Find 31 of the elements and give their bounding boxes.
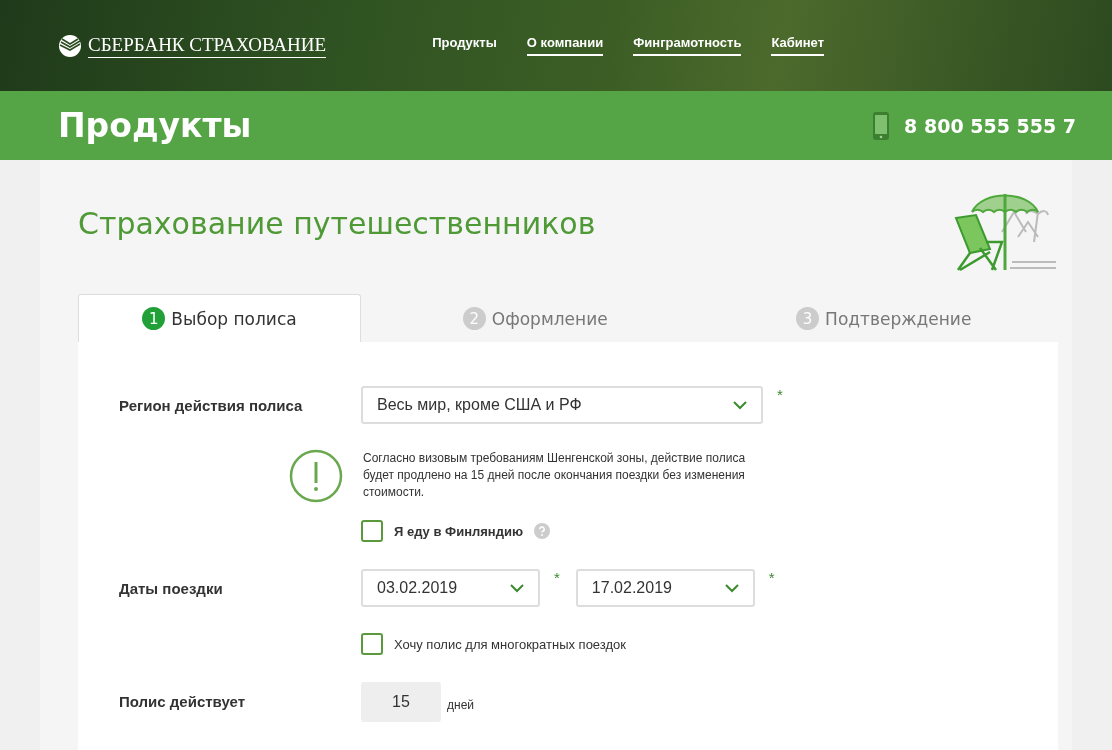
date-dropdown[interactable]: 03.02.2019 (361, 569, 540, 607)
field-label: Полис действует (119, 692, 247, 710)
required-mark: * (554, 569, 560, 586)
logo-text[interactable]: СБЕРБАНК СТРАХОВАНИЕ (88, 33, 327, 58)
date-dropdown[interactable]: 17.02.2019 (575, 569, 755, 607)
page-title: Страхование путешественников (78, 206, 596, 241)
field-label: Даты поездки (119, 579, 224, 597)
step-tab[interactable]: 1 Выбор полиса (78, 294, 361, 342)
checkbox-label[interactable]: Хочу полис для многократных поездок (394, 636, 626, 652)
nav-link[interactable]: Финграмотность (633, 35, 742, 56)
days-unit: дней (447, 698, 474, 712)
banner-title: Продукты (58, 106, 252, 145)
field-label: Регион действия полиса (119, 396, 304, 414)
visa-notice: Согласно визовым требованиям Шенгенской зоны, действие полиса будет продлено на 15 дней после окончания поездки без изменения стоимости. (363, 450, 747, 501)
required-mark: * (768, 569, 775, 586)
required-mark: * (777, 386, 783, 403)
checkbox[interactable] (361, 520, 383, 542)
exclamation-icon (289, 449, 343, 503)
chevron-down-icon (510, 583, 524, 593)
nav-link[interactable]: Продукты (432, 35, 497, 56)
checkbox[interactable] (361, 633, 383, 655)
chevron-down-icon (733, 400, 747, 410)
days-field[interactable]: 15 (361, 682, 441, 722)
step-number: 1 (142, 307, 166, 330)
chevron-down-icon (724, 583, 739, 593)
nav-link[interactable]: Кабинет (771, 35, 824, 56)
region-dropdown[interactable]: Весь мир, кроме США и РФ (361, 386, 763, 424)
nav-link[interactable]: О компании (526, 35, 604, 56)
phone-icon (872, 110, 891, 141)
logo-icon (58, 33, 82, 58)
checkbox-label[interactable]: Я еду в Финляндию (394, 523, 524, 539)
